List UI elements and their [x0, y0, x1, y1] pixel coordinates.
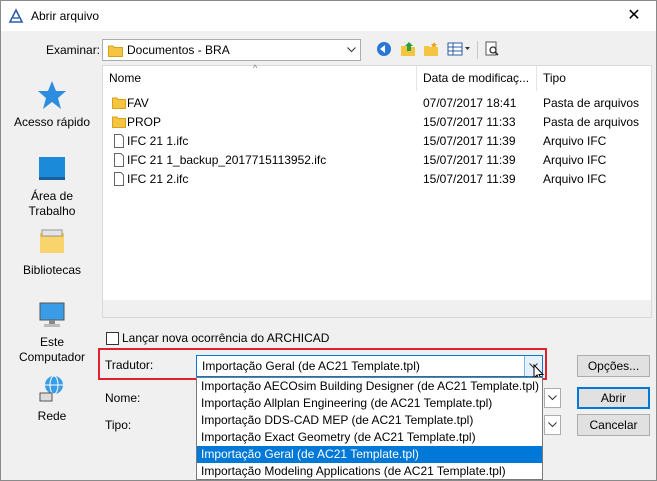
lookin-combo[interactable]: Documentos - BRA — [102, 39, 361, 61]
new-folder-icon[interactable] — [422, 40, 440, 58]
network-icon — [36, 373, 68, 405]
chevron-down-icon — [343, 40, 360, 60]
column-header-type[interactable]: Tipo — [537, 66, 651, 91]
file-date: 15/07/2017 11:39 — [423, 134, 516, 148]
file-row[interactable]: IFC 21 2.ifc 15/07/2017 11:39 Arquivo IF… — [103, 170, 651, 189]
place-quick-access[interactable]: Acesso rápido — [6, 79, 98, 130]
file-name: IFC 21 2.ifc — [127, 172, 189, 186]
file-date: 15/07/2017 11:39 — [423, 172, 516, 186]
view-menu-icon[interactable] — [446, 40, 472, 58]
file-name: FAV — [127, 96, 149, 110]
translator-label: Tradutor: — [105, 358, 154, 372]
archicad-app-icon — [8, 8, 24, 23]
lookin-label: Examinar: — [46, 43, 101, 57]
toolbar-divider — [477, 41, 478, 59]
preview-icon[interactable] — [483, 40, 501, 58]
file-row[interactable]: IFC 21 1.ifc 15/07/2017 11:39 Arquivo IF… — [103, 132, 651, 151]
file-date: 07/07/2017 18:41 — [423, 96, 517, 110]
computer-icon — [36, 299, 68, 331]
lookin-value: Documentos - BRA — [127, 43, 230, 57]
name-combo-arrow[interactable] — [544, 388, 561, 408]
up-folder-icon[interactable] — [399, 40, 417, 58]
place-libraries[interactable]: Bibliotecas — [6, 227, 98, 278]
file-name: PROP — [127, 115, 162, 129]
translator-option[interactable]: Importação DDS-CAD MEP (de AC21 Template… — [197, 412, 542, 429]
libraries-icon — [36, 227, 68, 259]
file-type: Arquivo IFC — [543, 172, 607, 186]
file-row[interactable]: FAV 07/07/2017 18:41 Pasta de arquivos — [103, 94, 651, 113]
column-header-name[interactable]: Nome — [103, 66, 417, 91]
file-type: Arquivo IFC — [543, 134, 607, 148]
translator-option[interactable]: Importação AECOsim Building Designer (de… — [197, 378, 542, 395]
translator-option-selected[interactable]: Importação Geral (de AC21 Template.tpl) — [197, 446, 542, 463]
places-bar: Acesso rápido Área de Trabalho Bibliotec… — [6, 65, 98, 435]
file-name: IFC 21 1.ifc — [127, 134, 189, 148]
document-icon — [114, 134, 124, 148]
file-type: Pasta de arquivos — [543, 115, 640, 129]
translator-combo[interactable]: Importação Geral (de AC21 Template.tpl) — [196, 355, 543, 377]
file-row[interactable]: IFC 21 1_backup_2017715113952.ifc 15/07/… — [103, 151, 651, 170]
place-label: Rede — [37, 409, 67, 423]
name-label: Nome: — [105, 391, 141, 405]
cancel-button[interactable]: Cancelar — [577, 414, 650, 436]
file-row[interactable]: PROP 15/07/2017 11:33 Pasta de arquivos — [103, 113, 651, 132]
file-date: 15/07/2017 11:39 — [423, 153, 516, 167]
translator-option[interactable]: Importação Allplan Engineering (de AC21 … — [197, 395, 542, 412]
translator-option[interactable]: Importação Exact Geometry (de AC21 Templ… — [197, 429, 542, 446]
place-label: Bibliotecas — [22, 263, 82, 277]
file-type: Pasta de arquivos — [543, 96, 640, 110]
horizontal-scrollbar[interactable] — [103, 300, 651, 317]
back-icon[interactable] — [375, 40, 393, 58]
close-icon[interactable]: ✕ — [624, 5, 644, 25]
column-header-date[interactable]: Data de modificaç... — [417, 66, 537, 91]
translator-value: Importação Geral (de AC21 Template.tpl) — [202, 359, 420, 373]
title-bar: Abrir arquivo ✕ — [1, 1, 656, 31]
translator-dropdown-list[interactable]: Importação AECOsim Building Designer (de… — [196, 377, 543, 480]
folder-icon — [112, 116, 126, 128]
place-label: Este Computador — [18, 335, 86, 364]
folder-icon — [108, 45, 123, 57]
file-list[interactable]: ^ Nome Data de modificaç... Tipo FAV 07/… — [102, 63, 652, 318]
place-computer[interactable]: Este Computador — [6, 299, 98, 365]
place-label: Acesso rápido — [13, 115, 91, 129]
options-button[interactable]: Opções... — [577, 355, 650, 377]
place-desktop[interactable]: Área de Trabalho — [6, 153, 98, 219]
file-date: 15/07/2017 11:33 — [423, 115, 516, 129]
document-icon — [114, 172, 124, 186]
open-file-dialog: Abrir arquivo ✕ Examinar: Documentos - B… — [0, 0, 657, 481]
open-button[interactable]: Abrir — [577, 387, 650, 409]
desktop-icon — [36, 153, 68, 185]
translator-option[interactable]: Importação Modeling Applications (de AC2… — [197, 463, 542, 480]
type-label: Tipo: — [105, 418, 132, 432]
place-label: Área de Trabalho — [28, 189, 76, 218]
new-instance-label: Lançar nova ocorrência do ARCHICAD — [122, 331, 330, 345]
type-combo-arrow[interactable] — [544, 415, 561, 435]
star-icon — [36, 79, 68, 111]
window-title: Abrir arquivo — [31, 9, 100, 23]
file-type: Arquivo IFC — [543, 153, 607, 167]
place-network[interactable]: Rede — [6, 373, 98, 424]
new-instance-checkbox[interactable] — [106, 332, 119, 345]
file-name: IFC 21 1_backup_2017715113952.ifc — [127, 153, 327, 167]
folder-icon — [112, 97, 126, 109]
document-icon — [114, 153, 124, 167]
